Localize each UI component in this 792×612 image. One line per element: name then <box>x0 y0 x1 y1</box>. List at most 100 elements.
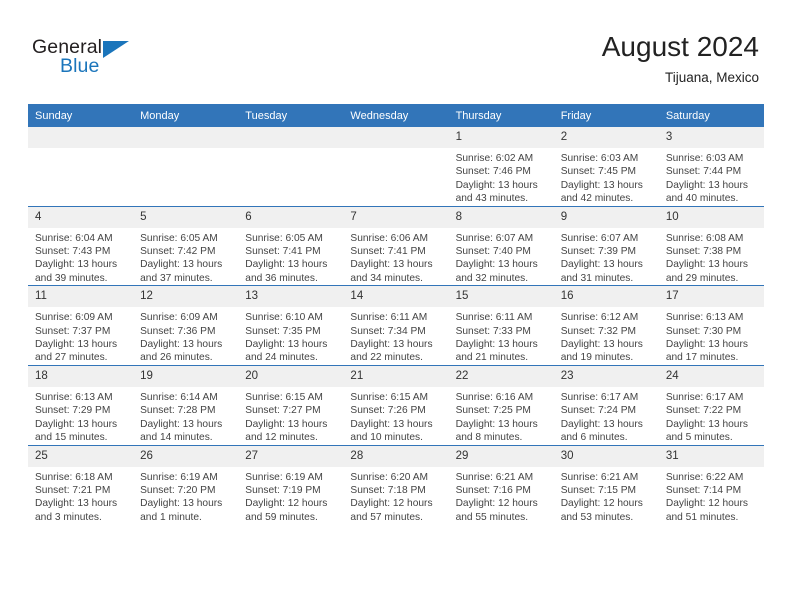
day-daylight-line: Daylight: 13 hours <box>140 259 223 271</box>
day-sunset-line: Sunset: 7:38 PM <box>665 246 742 258</box>
calendar-body: 1 Sunrise: 6:02 AM Sunset: 7:46 PM Daylight… <box>28 127 764 525</box>
calendar-page: General Blue August 2024 Tijuana, Mexico… <box>0 0 792 612</box>
calendar-week-row: 1 Sunrise: 6:02 AM Sunset: 7:46 PM Daylight… <box>28 127 764 207</box>
day-sunset-line: Sunset: 7:41 PM <box>245 246 321 258</box>
day-sunrise-line: Sunrise: 6:14 AM <box>140 391 218 403</box>
day-daylight-line: Daylight: 13 hours <box>35 418 118 430</box>
day-sunset-line: Sunset: 7:30 PM <box>665 325 742 337</box>
day-sunrise-line: Sunrise: 6:05 AM <box>245 232 323 244</box>
day-sunrise-line: Sunrise: 6:11 AM <box>350 312 428 324</box>
day-number: 28 <box>343 445 449 467</box>
day-number: 2 <box>553 127 659 148</box>
day-sunset-line: Sunset: 7:20 PM <box>140 484 216 496</box>
calendar-day-cell[interactable]: 25 Sunrise: 6:18 AM Sunset: 7:21 PM Dayligh… <box>28 444 134 525</box>
calendar-day-cell[interactable]: 6 Sunrise: 6:05 AM Sunset: 7:41 PM Daylight… <box>238 205 344 286</box>
day-sunset-line: Sunset: 7:33 PM <box>455 325 531 337</box>
calendar-day-cell[interactable]: 1 Sunrise: 6:02 AM Sunset: 7:46 PM Daylight… <box>448 127 554 207</box>
day-details: Sunrise: 6:05 AM Sunset: 7:42 PM Daylight:… <box>133 228 238 286</box>
calendar-day-cell[interactable]: 22 Sunrise: 6:16 AM Sunset: 7:25 PM Dayligh… <box>448 364 554 445</box>
day-daylight-line: and 55 minutes. <box>455 511 529 523</box>
day-daylight-line: and 1 minute. <box>140 511 202 523</box>
title-block: August 2024 Tijuana, Mexico <box>602 30 759 88</box>
calendar-day-cell[interactable]: 2 Sunrise: 6:03 AM Sunset: 7:45 PM Daylight… <box>553 127 659 207</box>
day-sunset-line: Sunset: 7:39 PM <box>560 246 637 258</box>
day-details: Sunrise: 6:05 AM Sunset: 7:41 PM Daylight:… <box>238 228 343 286</box>
calendar-day-cell[interactable]: 10 Sunrise: 6:08 AM Sunset: 7:38 PM Dayligh… <box>658 205 764 286</box>
calendar-day-cell[interactable]: 29 Sunrise: 6:21 AM Sunset: 7:16 PM Dayligh… <box>448 444 554 525</box>
day-sunrise-line: Sunrise: 6:10 AM <box>245 312 323 324</box>
day-details: Sunrise: 6:15 AM Sunset: 7:26 PM Daylight:… <box>343 387 448 445</box>
calendar-day-cell[interactable]: 14 Sunrise: 6:11 AM Sunset: 7:34 PM Dayligh… <box>343 285 449 366</box>
day-daylight-line: Daylight: 13 hours <box>455 259 538 271</box>
day-daylight-line: and 17 minutes. <box>665 352 739 364</box>
calendar-day-cell[interactable]: 8 Sunrise: 6:07 AM Sunset: 7:40 PM Daylight… <box>448 205 554 286</box>
day-sunset-line: Sunset: 7:26 PM <box>350 405 426 417</box>
day-daylight-line: and 19 minutes. <box>560 352 634 364</box>
day-sunrise-line: Sunrise: 6:06 AM <box>350 232 429 244</box>
calendar-day-cell[interactable]: 17 Sunrise: 6:13 AM Sunset: 7:30 PM Dayligh… <box>658 285 764 366</box>
calendar-day-cell[interactable]: 19 Sunrise: 6:14 AM Sunset: 7:28 PM Dayligh… <box>133 364 239 445</box>
calendar-day-cell[interactable]: 11 Sunrise: 6:09 AM Sunset: 7:37 PM Dayligh… <box>28 285 134 366</box>
calendar-day-cell[interactable]: 23 Sunrise: 6:17 AM Sunset: 7:24 PM Dayligh… <box>553 364 659 445</box>
calendar-day-cell[interactable]: 15 Sunrise: 6:11 AM Sunset: 7:33 PM Dayligh… <box>448 285 554 366</box>
day-daylight-line: Daylight: 12 hours <box>665 498 748 510</box>
day-sunset-line: Sunset: 7:14 PM <box>665 484 742 496</box>
day-daylight-line: and 53 minutes. <box>560 511 634 523</box>
day-sunrise-line: Sunrise: 6:16 AM <box>455 391 534 403</box>
day-daylight-line: and 34 minutes. <box>350 272 423 284</box>
general-blue-logo[interactable]: General Blue <box>32 36 172 86</box>
day-sunset-line: Sunset: 7:34 PM <box>350 325 426 337</box>
calendar-day-cell-empty <box>238 127 344 207</box>
calendar-day-cell[interactable]: 7 Sunrise: 6:06 AM Sunset: 7:41 PM Daylight… <box>343 205 449 286</box>
calendar-day-cell[interactable]: 5 Sunrise: 6:05 AM Sunset: 7:42 PM Daylight… <box>133 205 239 286</box>
calendar-day-cell[interactable]: 12 Sunrise: 6:09 AM Sunset: 7:36 PM Dayligh… <box>133 285 239 366</box>
day-sunset-line: Sunset: 7:27 PM <box>245 405 321 417</box>
calendar-day-cell[interactable]: 18 Sunrise: 6:13 AM Sunset: 7:29 PM Dayligh… <box>28 364 134 445</box>
day-details: Sunrise: 6:13 AM Sunset: 7:30 PM Daylight:… <box>659 307 764 365</box>
day-number: 12 <box>133 286 239 308</box>
day-daylight-line: Daylight: 13 hours <box>665 179 748 191</box>
logo-text-blue: Blue <box>60 55 100 77</box>
day-sunset-line: Sunset: 7:42 PM <box>140 246 216 258</box>
calendar-day-cell[interactable]: 30 Sunrise: 6:21 AM Sunset: 7:15 PM Dayligh… <box>553 444 659 525</box>
weekday-header-thursday: Thursday <box>448 104 554 127</box>
day-sunrise-line: Sunrise: 6:04 AM <box>35 232 113 244</box>
day-details: Sunrise: 6:03 AM Sunset: 7:45 PM Daylight:… <box>554 148 659 206</box>
day-number: 13 <box>238 286 344 308</box>
calendar-day-cell[interactable]: 31 Sunrise: 6:22 AM Sunset: 7:14 PM Dayligh… <box>658 444 764 525</box>
day-details: Sunrise: 6:13 AM Sunset: 7:29 PM Daylight:… <box>28 387 133 445</box>
calendar-day-cell[interactable]: 20 Sunrise: 6:15 AM Sunset: 7:27 PM Dayligh… <box>238 364 344 445</box>
day-daylight-line: Daylight: 13 hours <box>35 259 118 271</box>
day-details: Sunrise: 6:15 AM Sunset: 7:27 PM Daylight:… <box>238 387 343 445</box>
day-sunrise-line: Sunrise: 6:05 AM <box>140 232 218 244</box>
day-daylight-line: and 5 minutes. <box>665 432 733 444</box>
day-daylight-line: and 43 minutes. <box>455 193 529 205</box>
calendar-day-cell[interactable]: 24 Sunrise: 6:17 AM Sunset: 7:22 PM Dayligh… <box>658 364 764 445</box>
day-sunset-line: Sunset: 7:15 PM <box>560 484 637 496</box>
day-daylight-line: Daylight: 13 hours <box>455 339 538 351</box>
day-sunrise-line: Sunrise: 6:03 AM <box>665 153 744 164</box>
day-details: Sunrise: 6:04 AM Sunset: 7:43 PM Daylight:… <box>28 228 133 286</box>
day-details: Sunrise: 6:21 AM Sunset: 7:16 PM Daylight:… <box>449 467 554 525</box>
day-daylight-line: and 22 minutes. <box>350 352 423 364</box>
calendar-day-cell[interactable]: 16 Sunrise: 6:12 AM Sunset: 7:32 PM Dayligh… <box>553 285 659 366</box>
day-sunset-line: Sunset: 7:16 PM <box>455 484 531 496</box>
calendar-day-cell[interactable]: 4 Sunrise: 6:04 AM Sunset: 7:43 PM Daylight… <box>28 205 134 286</box>
day-daylight-line: and 36 minutes. <box>245 272 318 284</box>
calendar-day-cell[interactable]: 26 Sunrise: 6:19 AM Sunset: 7:20 PM Dayligh… <box>133 444 239 525</box>
calendar-day-cell[interactable]: 28 Sunrise: 6:20 AM Sunset: 7:18 PM Dayligh… <box>343 444 449 525</box>
calendar-day-cell[interactable]: 27 Sunrise: 6:19 AM Sunset: 7:19 PM Dayligh… <box>238 444 344 525</box>
calendar-day-cell[interactable]: 3 Sunrise: 6:03 AM Sunset: 7:44 PM Daylight… <box>658 127 764 207</box>
weekday-header-tuesday: Tuesday <box>238 104 344 127</box>
calendar-day-cell[interactable]: 21 Sunrise: 6:15 AM Sunset: 7:26 PM Dayligh… <box>343 364 449 445</box>
day-daylight-line: and 32 minutes. <box>455 272 529 284</box>
day-number: 24 <box>658 365 764 387</box>
day-number: 29 <box>448 445 554 467</box>
day-daylight-line: Daylight: 13 hours <box>140 418 223 430</box>
day-number: 17 <box>658 286 764 308</box>
day-daylight-line: and 57 minutes. <box>350 511 423 523</box>
day-sunset-line: Sunset: 7:40 PM <box>455 246 531 258</box>
calendar-day-cell[interactable]: 9 Sunrise: 6:07 AM Sunset: 7:39 PM Daylight… <box>553 205 659 286</box>
day-details: Sunrise: 6:06 AM Sunset: 7:41 PM Daylight:… <box>343 228 448 286</box>
calendar-day-cell[interactable]: 13 Sunrise: 6:10 AM Sunset: 7:35 PM Dayligh… <box>238 285 344 366</box>
